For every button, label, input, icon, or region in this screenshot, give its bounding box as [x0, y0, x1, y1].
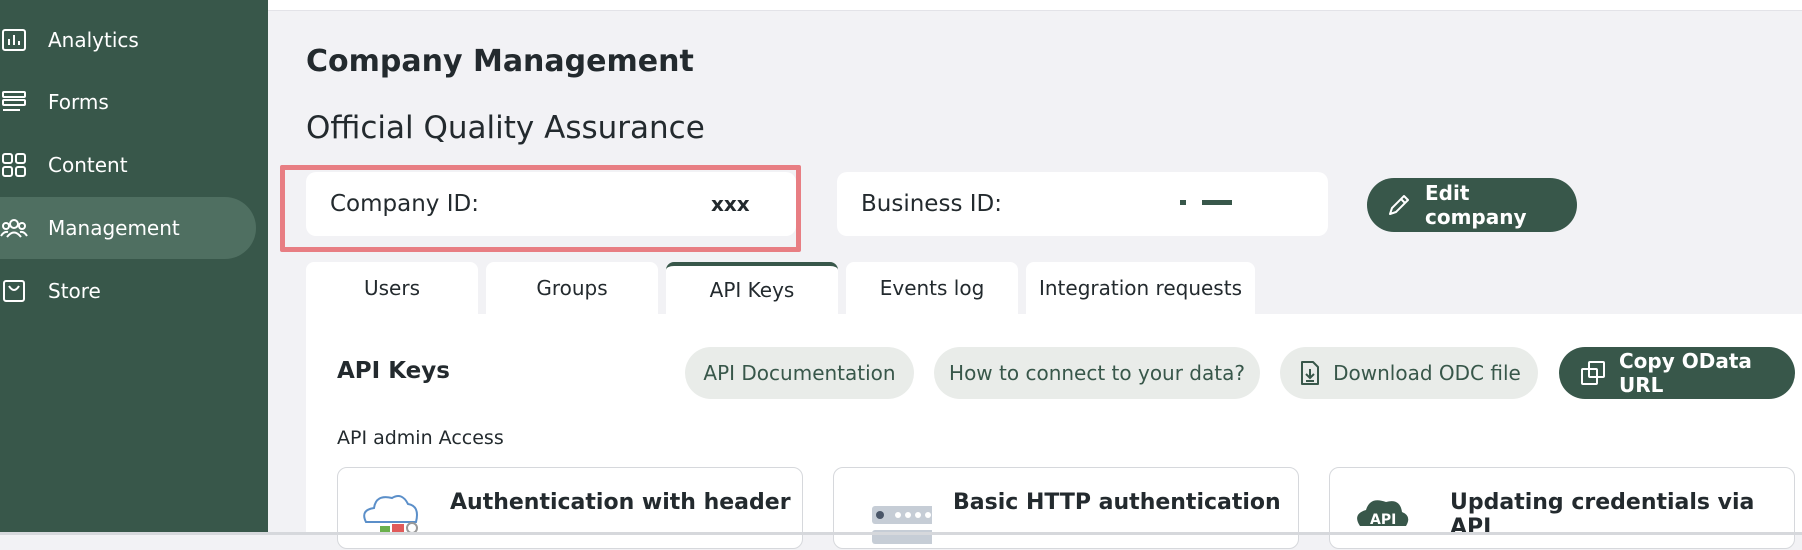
page-title: Company Management: [306, 44, 694, 79]
business-id-label: Business ID:: [861, 191, 1002, 217]
sidebar-item-label: Analytics: [48, 28, 139, 52]
card-title: Authentication with header: [450, 490, 791, 515]
highlight-box: [280, 165, 801, 252]
svg-text:API: API: [1370, 512, 1396, 528]
file-download-icon: [1297, 360, 1323, 386]
copy-odata-url-label: Copy OData URL: [1619, 349, 1752, 397]
tab-events-log[interactable]: Events log: [846, 262, 1018, 314]
tab-label: Users: [363, 276, 420, 300]
sidebar-item-content[interactable]: Content: [0, 134, 256, 196]
download-odc-button[interactable]: Download ODC file: [1280, 347, 1538, 399]
api-keys-title: API Keys: [337, 358, 450, 384]
sidebar-item-label: Content: [48, 153, 128, 177]
tab-label: Integration requests: [1038, 276, 1242, 300]
password-icon: [852, 486, 946, 550]
tab-users[interactable]: Users: [306, 262, 478, 314]
basic-http-card[interactable]: Basic HTTP authentication: [833, 467, 1299, 549]
top-bar: [268, 0, 1802, 11]
sidebar: Analytics Forms Content Management Store: [0, 0, 268, 535]
tab-label: Groups: [536, 276, 608, 300]
sidebar-item-label: Store: [48, 279, 101, 303]
people-icon: [0, 214, 28, 242]
api-documentation-label: API Documentation: [703, 361, 896, 385]
store-icon: [0, 277, 28, 305]
forms-icon: [0, 88, 28, 116]
analytics-icon: [0, 26, 28, 54]
copy-odata-url-button[interactable]: Copy OData URL: [1559, 347, 1795, 399]
card-title: Basic HTTP authentication: [953, 490, 1281, 515]
edit-company-label: Edit company: [1425, 181, 1527, 229]
tab-api-keys[interactable]: API Keys: [666, 262, 838, 314]
tab-label: API Keys: [709, 278, 795, 302]
sidebar-item-label: Management: [48, 216, 180, 240]
copy-icon: [1579, 359, 1607, 387]
business-id-card: Business ID:: [837, 172, 1328, 236]
edit-company-button[interactable]: Edit company: [1367, 178, 1577, 232]
tab-groups[interactable]: Groups: [486, 262, 658, 314]
cloud-lock-icon: [356, 486, 436, 550]
api-cloud-icon: API: [1348, 486, 1428, 550]
sidebar-item-analytics[interactable]: Analytics: [0, 9, 256, 71]
update-credentials-card[interactable]: API Updating credentials via API: [1329, 467, 1795, 549]
sidebar-item-management[interactable]: Management: [0, 197, 256, 259]
sidebar-item-label: Forms: [48, 90, 109, 114]
tab-integration-requests[interactable]: Integration requests: [1026, 262, 1255, 314]
company-name: Official Quality Assurance: [306, 110, 705, 146]
sidebar-item-forms[interactable]: Forms: [0, 71, 256, 133]
how-to-connect-button[interactable]: How to connect to your data?: [934, 347, 1260, 399]
api-documentation-button[interactable]: API Documentation: [685, 347, 914, 399]
download-odc-label: Download ODC file: [1333, 361, 1521, 385]
sidebar-item-store[interactable]: Store: [0, 260, 256, 322]
api-admin-access-label: API admin Access: [337, 427, 504, 449]
business-id-value-masked: [1180, 200, 1232, 205]
auth-header-card[interactable]: Authentication with header: [337, 467, 803, 549]
how-to-connect-label: How to connect to your data?: [949, 361, 1245, 385]
content-icon: [0, 151, 28, 179]
pencil-icon: [1385, 191, 1413, 219]
tab-label: Events log: [879, 276, 985, 300]
